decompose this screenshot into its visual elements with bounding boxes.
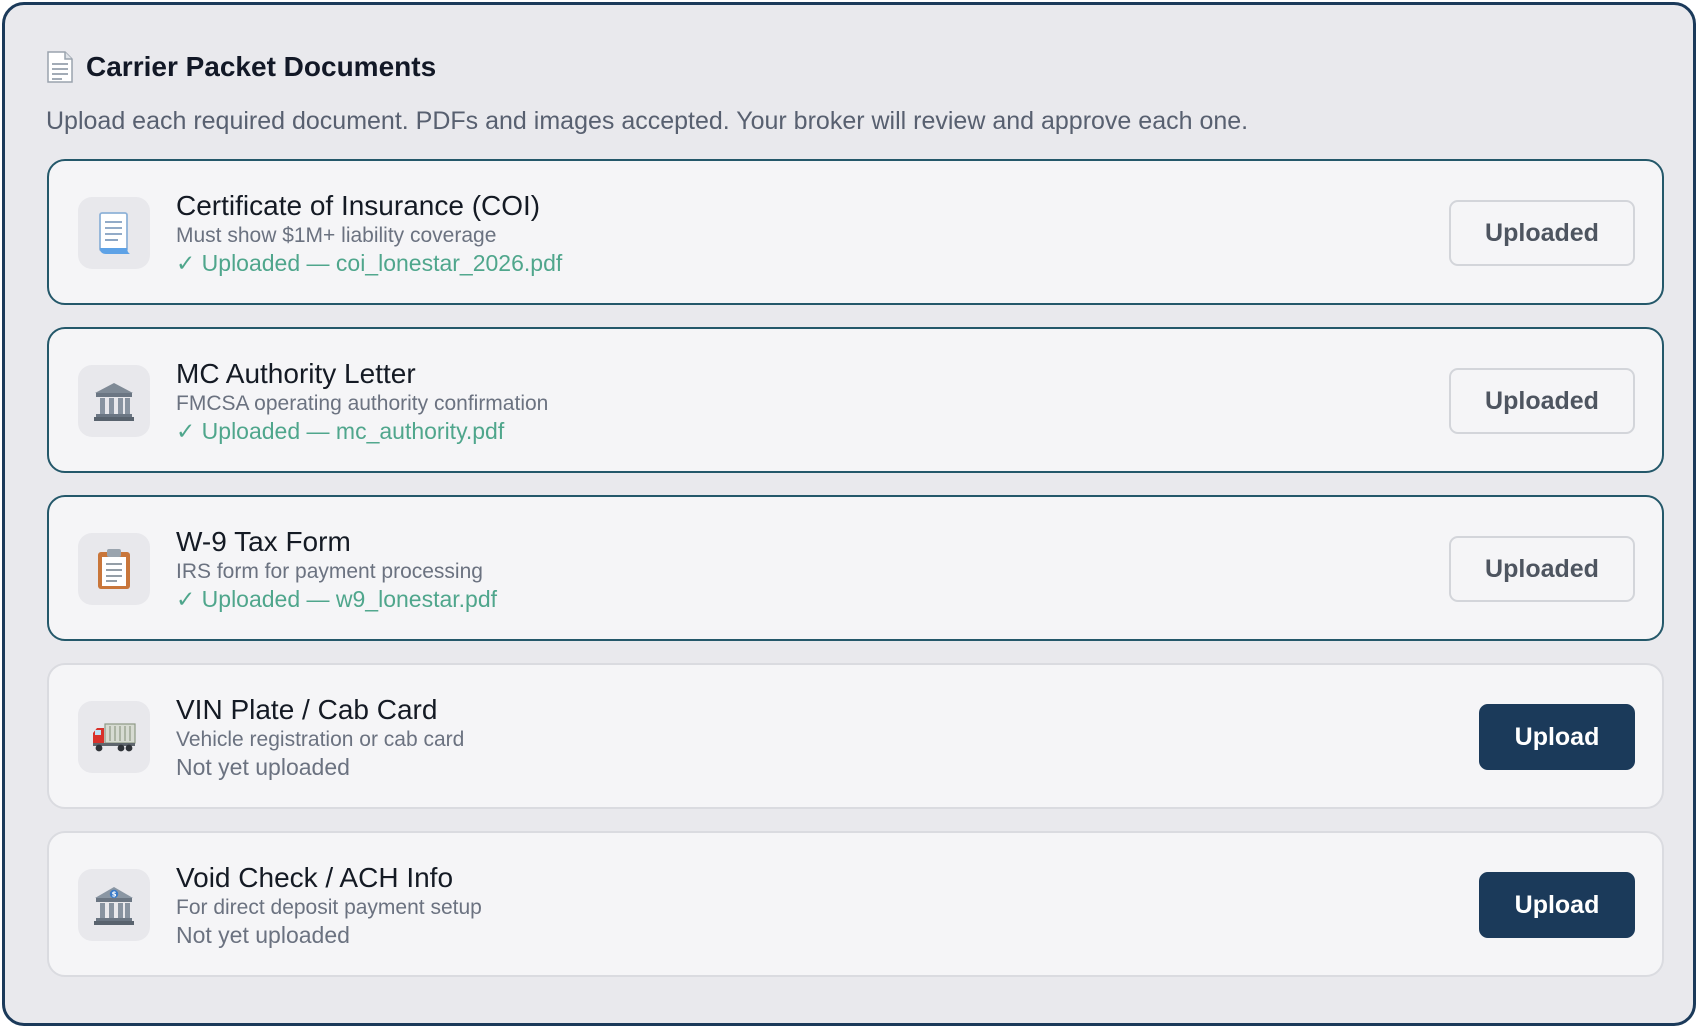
document-row-void-check: $ Void Check / ACH Info For direct depos… <box>47 831 1664 977</box>
document-description: Vehicle registration or cab card <box>176 728 465 751</box>
document-name: Void Check / ACH Info <box>176 862 454 893</box>
document-status: Not yet uploaded <box>176 754 350 780</box>
document-name: W-9 Tax Form <box>176 526 351 557</box>
document-info: Void Check / ACH Info For direct deposit… <box>176 861 482 950</box>
document-row-coi: Certificate of Insurance (COI) Must show… <box>47 159 1664 305</box>
document-description: FMCSA operating authority confirmation <box>176 392 549 415</box>
document-info: VIN Plate / Cab Card Vehicle registratio… <box>176 693 464 782</box>
page-icon <box>46 50 74 84</box>
document-row-vin-plate: VIN Plate / Cab Card Vehicle registratio… <box>47 663 1664 809</box>
document-info: Certificate of Insurance (COI) Must show… <box>176 189 562 278</box>
section-header: Carrier Packet Documents <box>46 47 436 87</box>
svg-text:$: $ <box>112 891 117 899</box>
document-name: VIN Plate / Cab Card <box>176 694 438 725</box>
document-row-w9: W-9 Tax Form IRS form for payment proces… <box>47 495 1664 641</box>
upload-button[interactable]: Upload <box>1479 872 1635 938</box>
uploaded-button[interactable]: Uploaded <box>1449 536 1635 602</box>
section-description: Upload each required document. PDFs and … <box>46 107 1249 135</box>
truck-icon <box>78 701 150 773</box>
document-description: IRS form for payment processing <box>176 560 483 583</box>
document-name: Certificate of Insurance (COI) <box>176 190 541 221</box>
document-status: ✓ Uploaded — coi_lonestar_2026.pdf <box>176 250 563 276</box>
clipboard-icon <box>78 533 150 605</box>
document-status: ✓ Uploaded — mc_authority.pdf <box>176 418 505 444</box>
document-description: Must show $1M+ liability coverage <box>176 224 497 247</box>
government-building-icon <box>78 365 150 437</box>
upload-button[interactable]: Upload <box>1479 704 1635 770</box>
carrier-packet-panel: Carrier Packet Documents Upload each req… <box>2 2 1696 1026</box>
document-status: ✓ Uploaded — w9_lonestar.pdf <box>176 586 498 612</box>
receipt-icon <box>78 197 150 269</box>
document-info: MC Authority Letter FMCSA operating auth… <box>176 357 548 446</box>
bank-icon: $ <box>78 869 150 941</box>
document-status: Not yet uploaded <box>176 922 350 948</box>
document-name: MC Authority Letter <box>176 358 416 389</box>
uploaded-button[interactable]: Uploaded <box>1449 200 1635 266</box>
document-info: W-9 Tax Form IRS form for payment proces… <box>176 525 497 614</box>
uploaded-button[interactable]: Uploaded <box>1449 368 1635 434</box>
document-row-mc-authority: MC Authority Letter FMCSA operating auth… <box>47 327 1664 473</box>
document-description: For direct deposit payment setup <box>176 896 482 919</box>
section-title: Carrier Packet Documents <box>86 51 437 82</box>
